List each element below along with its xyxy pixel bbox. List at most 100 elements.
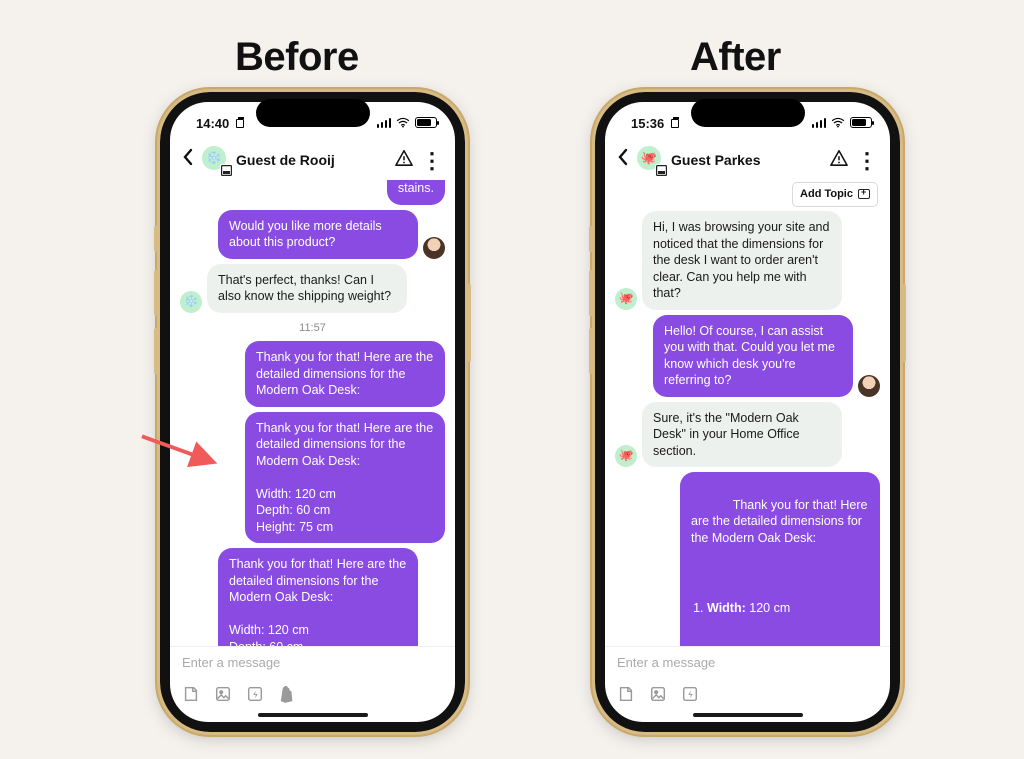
- status-time-text: 15:36: [631, 116, 664, 131]
- composer: Enter a message: [170, 646, 455, 722]
- dimensions-list: Width: 120 cm Depth: 60 cm Height: 75 cm: [707, 567, 869, 647]
- dim-value: 120 cm: [746, 601, 790, 615]
- more-menu-button[interactable]: ⋮: [419, 152, 445, 168]
- message-bubble: Hello! Of course, I can assist you with …: [653, 315, 853, 397]
- message-out: Thank you for that! Here are the detaile…: [180, 548, 445, 646]
- agent-avatar: [858, 375, 880, 397]
- avatar-badge-icon: [655, 164, 668, 177]
- guest-avatar-small: 🐙: [615, 445, 637, 467]
- more-vertical-icon: ⋮: [421, 148, 443, 173]
- calendar-indicator-icon: [671, 119, 679, 128]
- add-topic-icon: [858, 189, 870, 199]
- guest-avatar[interactable]: 🐙: [637, 146, 665, 174]
- wifi-icon: [396, 117, 410, 128]
- status-time: 14:40: [196, 116, 244, 131]
- msg-text: Thank you for that! Here are the detaile…: [691, 498, 871, 545]
- alert-triangle-icon: [829, 149, 849, 167]
- add-topic-label: Add Topic: [800, 187, 853, 202]
- warning-button[interactable]: [826, 149, 852, 172]
- calendar-indicator-icon: [236, 119, 244, 128]
- phone-side-button: [154, 270, 159, 316]
- guest-avatar-small: 🐙: [615, 288, 637, 310]
- message-out: stains.: [180, 180, 445, 205]
- screen-before: 14:40 ❄️ Guest de Rooij: [170, 102, 455, 722]
- chat-title[interactable]: Guest de Rooij: [236, 152, 335, 168]
- message-in: 🐙 Hi, I was browsing your site and notic…: [615, 211, 880, 310]
- message-bubble: Thank you for that! Here are the detaile…: [245, 341, 445, 407]
- composer-toolbar: [617, 685, 878, 703]
- composer-toolbar: [182, 685, 443, 703]
- message-out: Thank you for that! Here are the detaile…: [615, 472, 880, 646]
- shopify-icon: [279, 685, 295, 703]
- phone-side-button: [589, 328, 594, 374]
- message-bubble: Thank you for that! Here are the detaile…: [680, 472, 880, 646]
- phone-side-button: [154, 226, 159, 252]
- message-bubble: Thank you for that! Here are the detaile…: [245, 412, 445, 544]
- message-bubble: Would you like more details about this p…: [218, 210, 418, 259]
- signal-icon: [377, 118, 392, 128]
- agent-avatar: [423, 237, 445, 259]
- wifi-icon: [831, 117, 845, 128]
- phone-side-button: [589, 270, 594, 316]
- message-bubble: That's perfect, thanks! Can I also know …: [207, 264, 407, 313]
- bolt-note-icon: [681, 685, 699, 703]
- message-input[interactable]: Enter a message: [182, 655, 443, 679]
- phone-side-button: [466, 284, 471, 362]
- chat-header: 🐙 Guest Parkes ⋮: [605, 140, 890, 180]
- template-button[interactable]: [681, 685, 699, 703]
- more-vertical-icon: ⋮: [856, 148, 878, 173]
- phone-side-button: [589, 226, 594, 252]
- more-menu-button[interactable]: ⋮: [854, 152, 880, 168]
- note-icon: [617, 685, 635, 703]
- home-indicator[interactable]: [693, 713, 803, 717]
- message-out: Would you like more details about this p…: [180, 210, 445, 259]
- battery-icon: [850, 117, 872, 128]
- image-button[interactable]: [649, 685, 667, 703]
- heading-after: After: [690, 35, 781, 80]
- heading-before: Before: [235, 35, 359, 80]
- guest-avatar-small: ❄️: [180, 291, 202, 313]
- home-indicator[interactable]: [258, 713, 368, 717]
- chat-body[interactable]: stains. Would you like more details abou…: [170, 180, 455, 646]
- image-icon: [649, 685, 667, 703]
- phone-notch: [691, 99, 805, 127]
- chat-title[interactable]: Guest Parkes: [671, 152, 761, 168]
- phone-side-button: [154, 328, 159, 374]
- avatar-badge-icon: [220, 164, 233, 177]
- image-icon: [214, 685, 232, 703]
- message-out: Thank you for that! Here are the detaile…: [180, 341, 445, 407]
- shopify-button[interactable]: [278, 685, 296, 703]
- warning-button[interactable]: [391, 149, 417, 172]
- message-bubble: stains.: [387, 180, 445, 205]
- message-bubble: Thank you for that! Here are the detaile…: [218, 548, 418, 646]
- status-icons: [812, 117, 873, 128]
- note-icon: [182, 685, 200, 703]
- back-button[interactable]: [176, 148, 200, 172]
- phone-before: 14:40 ❄️ Guest de Rooij: [160, 92, 465, 732]
- timestamp: 11:57: [180, 321, 445, 336]
- image-button[interactable]: [214, 685, 232, 703]
- message-input[interactable]: Enter a message: [617, 655, 878, 679]
- message-in: ❄️ That's perfect, thanks! Can I also kn…: [180, 264, 445, 313]
- add-topic-button[interactable]: Add Topic: [792, 182, 878, 207]
- chevron-left-icon: [617, 148, 629, 166]
- chat-body[interactable]: Add Topic 🐙 Hi, I was browsing your site…: [605, 180, 890, 646]
- screen-after: 15:36 🐙 Guest Parkes: [605, 102, 890, 722]
- quick-reply-button[interactable]: [182, 685, 200, 703]
- message-in: 🐙 Sure, it's the "Modern Oak Desk" in yo…: [615, 402, 880, 468]
- alert-triangle-icon: [394, 149, 414, 167]
- status-time-text: 14:40: [196, 116, 229, 131]
- canvas: Before After 14:40: [0, 0, 1024, 759]
- template-button[interactable]: [246, 685, 264, 703]
- signal-icon: [812, 118, 827, 128]
- message-out: Hello! Of course, I can assist you with …: [615, 315, 880, 397]
- status-time: 15:36: [631, 116, 679, 131]
- phone-notch: [256, 99, 370, 127]
- message-bubble: Hi, I was browsing your site and noticed…: [642, 211, 842, 310]
- back-button[interactable]: [611, 148, 635, 172]
- chevron-left-icon: [182, 148, 194, 166]
- guest-avatar[interactable]: ❄️: [202, 146, 230, 174]
- dim-label: Width:: [707, 601, 746, 615]
- message-out: Thank you for that! Here are the detaile…: [180, 412, 445, 544]
- quick-reply-button[interactable]: [617, 685, 635, 703]
